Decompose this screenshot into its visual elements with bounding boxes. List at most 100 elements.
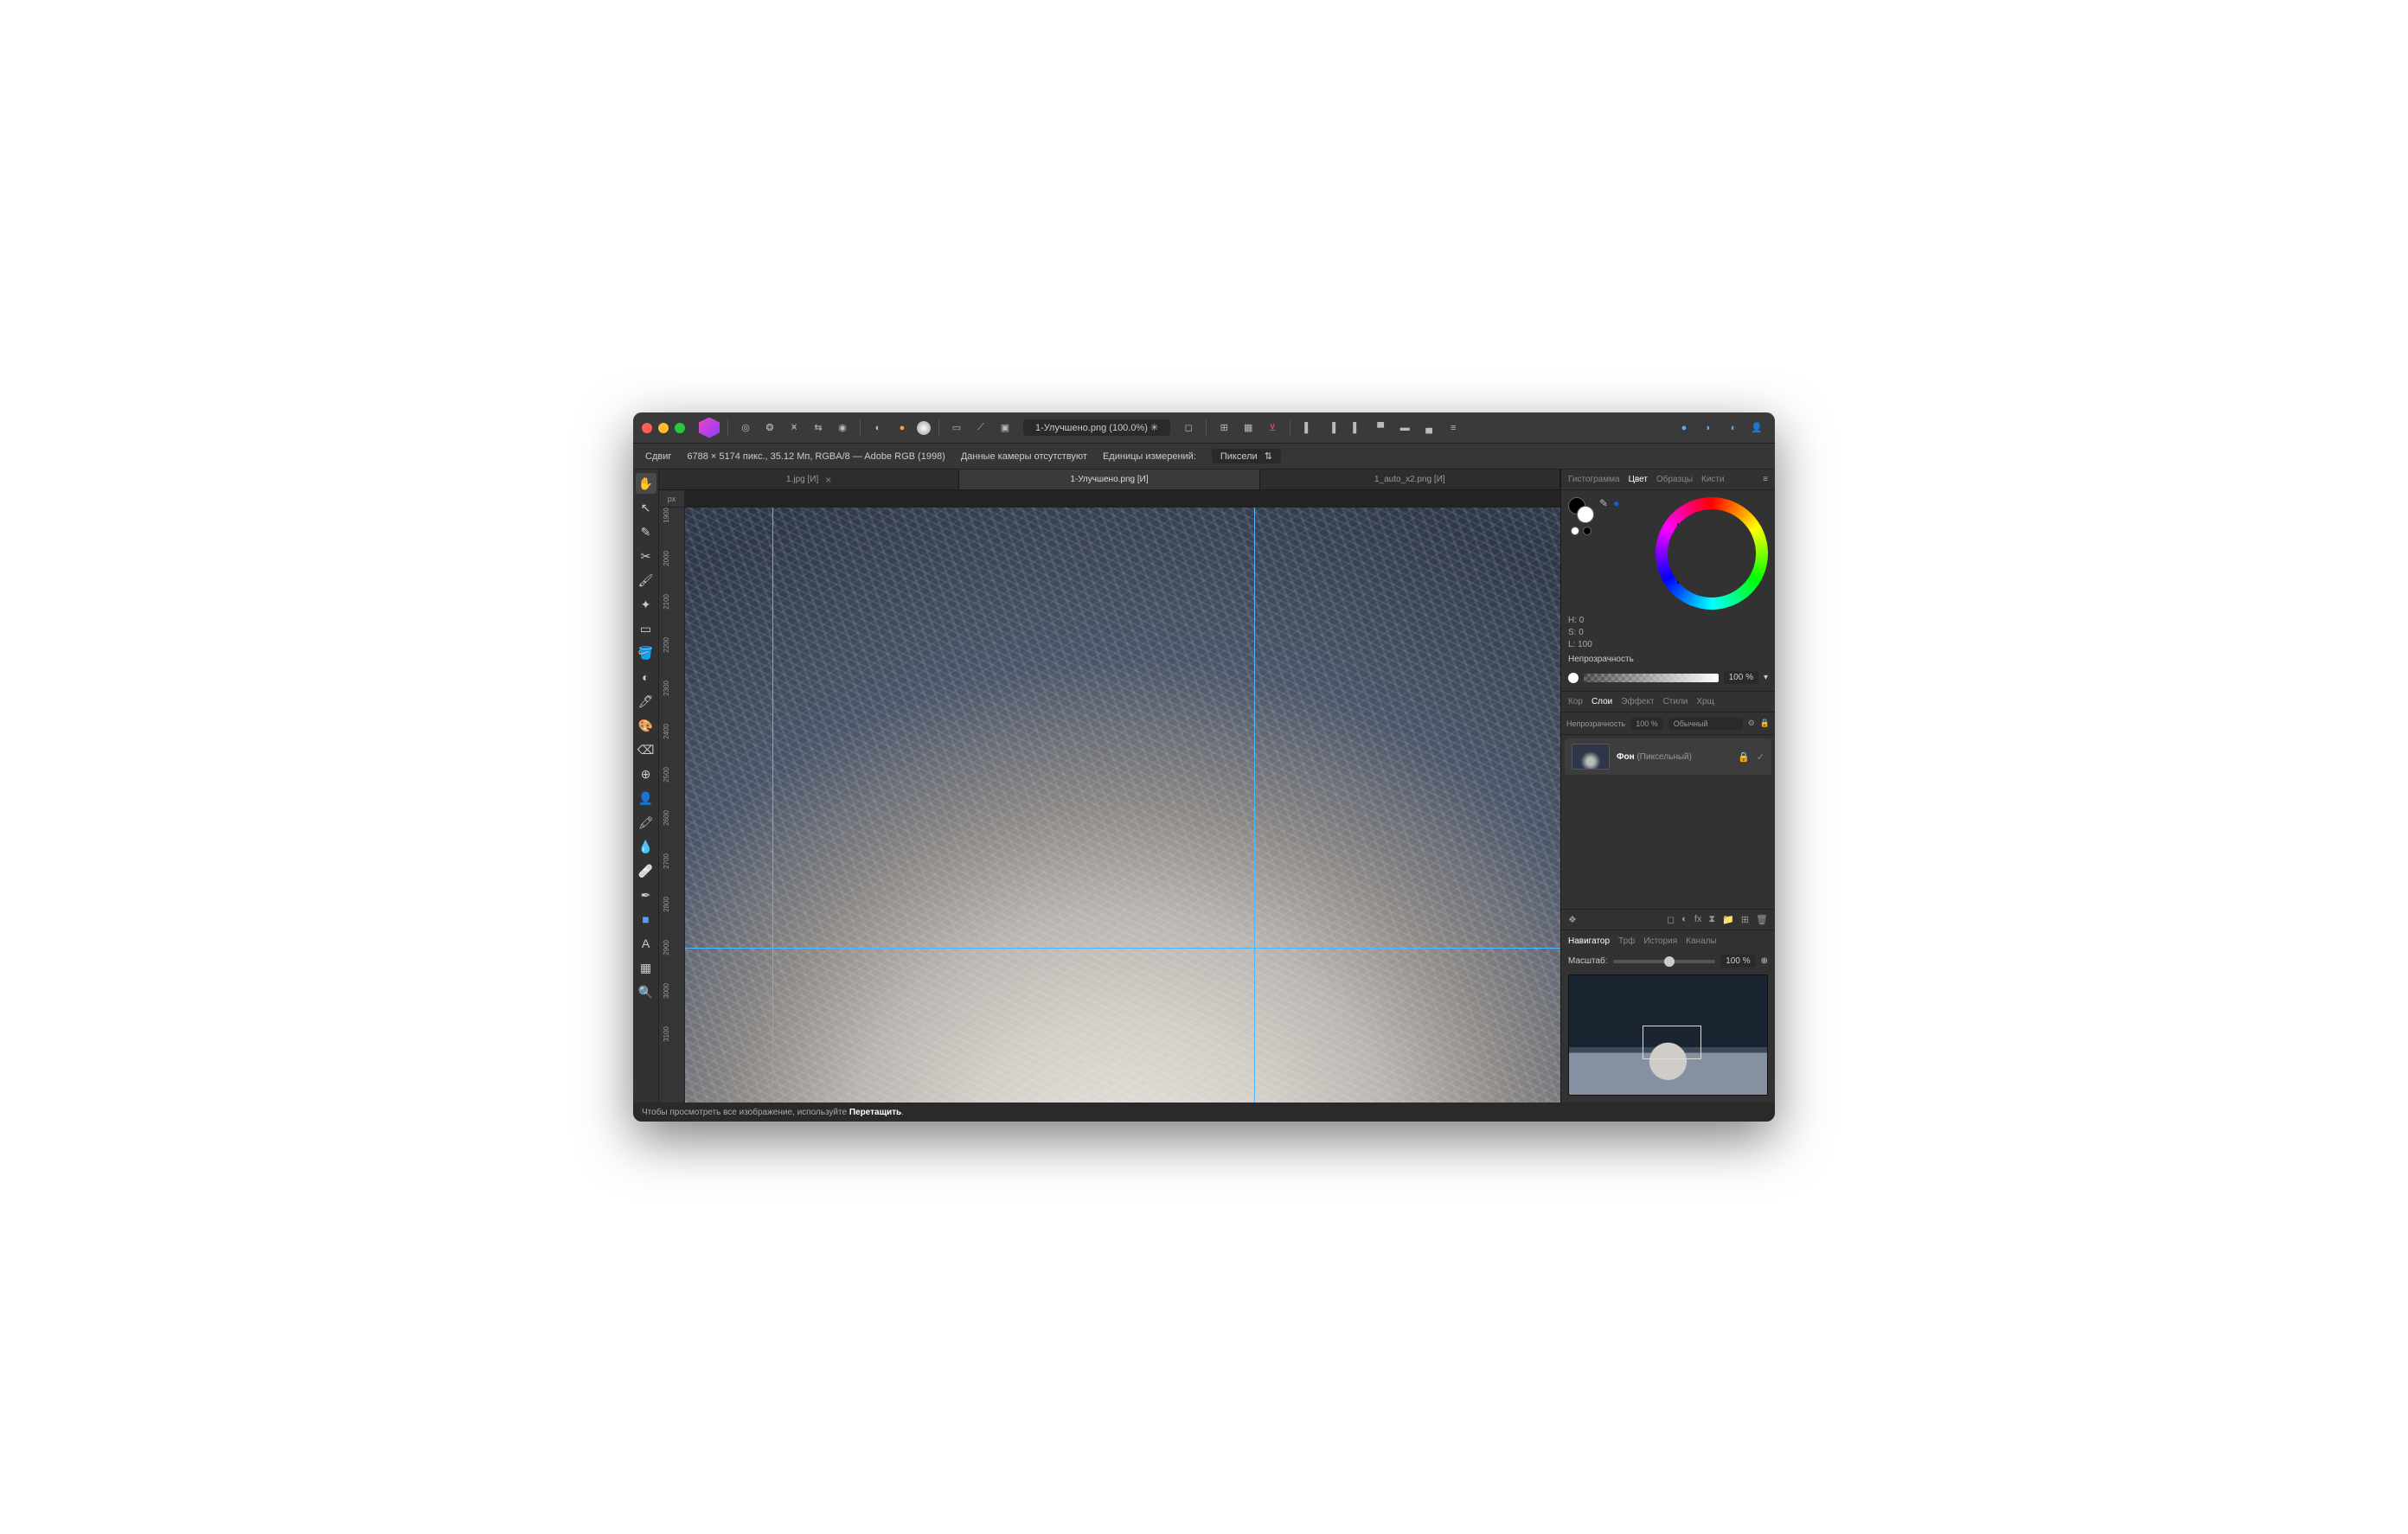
stock-icon[interactable]: ◗ [1699,419,1718,438]
tab-transform[interactable]: Трф [1618,936,1635,946]
gradient-tool[interactable]: ◐ [636,667,656,687]
selection-refine-icon[interactable]: ⟋ [971,419,990,438]
view-tool[interactable]: ✋ [636,473,656,494]
tab-adjustments[interactable]: Кор [1568,697,1583,706]
layer-lock-icon[interactable]: 🔒 [1760,719,1770,728]
align-bottom-icon[interactable]: ▄ [1419,419,1438,438]
persona-develop-icon[interactable]: ⩙ [785,419,804,438]
tab-effects[interactable]: Эффект [1621,697,1654,706]
maximize-window-icon[interactable] [675,423,685,433]
move-tool[interactable]: ↖ [636,497,656,518]
flood-fill-tool[interactable]: 🪣 [636,642,656,663]
layer-row[interactable]: Фон (Пиксельный) 🔒✓ [1565,738,1771,775]
mask-layer-icon[interactable]: ◻ [1667,914,1675,925]
zoom-in-icon[interactable]: ⊕ [1761,956,1768,966]
layer-stack-icon[interactable]: ❖ [1568,914,1577,925]
dodge-tool[interactable]: 🖍 [636,812,656,833]
mesh-tool[interactable]: ▦ [636,957,656,978]
guides-icon[interactable]: ▦ [1239,419,1258,438]
color-wheel[interactable] [1656,497,1768,610]
snapping-icon[interactable]: ⊻ [1263,419,1282,438]
swap-swatch-icon[interactable] [1583,527,1591,535]
document-tab[interactable]: 1-Улучшено.png [И] [959,470,1259,489]
paint-brush-tool[interactable]: 🖊 [636,691,656,712]
rectangle-tool[interactable]: ■ [636,909,656,930]
account-icon[interactable]: 👤 [1747,419,1766,438]
adjust-contrast-icon[interactable]: ◐ [868,419,887,438]
group-layer-icon[interactable]: 📁 [1722,914,1734,925]
color-swatches[interactable] [1568,497,1594,523]
live-filter-icon[interactable]: ⧗ [1708,914,1715,925]
guide-vertical[interactable] [772,508,773,1103]
persona-export-icon[interactable]: ◉ [833,419,852,438]
tab-color[interactable]: Цвет [1629,475,1648,484]
layer-locked-icon[interactable]: 🔒 [1738,751,1750,763]
tab-swatches[interactable]: Образцы [1656,475,1693,484]
align-center-icon[interactable]: ▐ [1322,419,1342,438]
persona-tone-icon[interactable]: ⇆ [809,419,828,438]
units-dropdown[interactable]: Пиксели⇅ [1212,449,1281,463]
eyedropper-icon[interactable]: ✎ [1599,497,1608,509]
opacity-value[interactable]: 100 % [1724,671,1758,684]
clone-tool[interactable]: ⊕ [636,764,656,784]
tab-styles[interactable]: Стили [1663,697,1688,706]
quick-mask-icon[interactable]: ▣ [996,419,1015,438]
marquee-tool[interactable]: ▭ [636,618,656,639]
layer-opacity-field[interactable]: 100 % [1630,718,1663,730]
align-right-icon[interactable]: ▌ [1347,419,1366,438]
selection-marquee-icon[interactable]: ▭ [947,419,966,438]
pen-tool[interactable]: ✒ [636,885,656,905]
mixer-brush-tool[interactable]: 🎨 [636,715,656,736]
tab-histogram[interactable]: Гистограмма [1568,475,1620,484]
navigator-thumbnail[interactable] [1568,975,1768,1096]
minimize-window-icon[interactable] [658,423,669,433]
guide-horizontal[interactable] [685,948,1560,949]
assistant-icon[interactable]: ● [1675,419,1694,438]
adjustment-layer-icon[interactable]: ◐ [1681,914,1688,925]
zoom-slider[interactable] [1613,960,1716,963]
opacity-slider-knob[interactable] [1568,673,1579,683]
ruler-vertical[interactable]: 1900200021002200230024002500260027002800… [659,508,685,1103]
text-tool[interactable]: A [636,933,656,954]
adjust-color-icon[interactable]: ● [893,419,912,438]
layer-visible-icon[interactable]: ✓ [1757,751,1764,763]
tab-brushes[interactable]: Кисти [1701,475,1725,484]
fx-layer-icon[interactable]: fx [1694,914,1702,925]
align-middle-icon[interactable]: ▬ [1395,419,1414,438]
grid-icon[interactable]: ⊞ [1214,419,1233,438]
zoom-tool[interactable]: 🔍 [636,981,656,1002]
navigator-viewport[interactable] [1643,1026,1702,1059]
delete-layer-icon[interactable]: 🗑 [1756,914,1768,925]
panel-menu-icon[interactable]: ≡ [1763,475,1768,484]
tab-stock[interactable]: Хрщ [1696,697,1713,706]
layer-settings-icon[interactable]: ⚙ [1748,719,1755,728]
tab-channels[interactable]: Каналы [1686,936,1717,946]
close-window-icon[interactable] [642,423,652,433]
blend-mode-dropdown[interactable]: Обычный [1668,718,1743,730]
align-left-icon[interactable]: ▌ [1298,419,1317,438]
magic-wand-tool[interactable]: ✦ [636,594,656,615]
adjust-gradient-icon[interactable] [917,421,931,435]
healing-tool[interactable]: 🩹 [636,860,656,881]
reset-swatch-icon[interactable] [1571,527,1579,535]
tab-navigator[interactable]: Навигатор [1568,936,1610,946]
mask-toggle-icon[interactable]: ◻ [1179,419,1198,438]
document-tab[interactable]: 1_auto_x2.png [И] [1260,470,1560,489]
selection-brush-tool[interactable]: 🖌 [636,570,656,591]
color-picker-tool[interactable]: ✎ [636,521,656,542]
crop-tool[interactable]: ✂ [636,546,656,566]
document-tab[interactable]: 1.jpg [И]× [659,470,959,489]
erase-tool[interactable]: ⌫ [636,739,656,760]
canvas[interactable] [685,508,1560,1103]
blur-tool[interactable]: 💧 [636,836,656,857]
distribute-h-icon[interactable]: ≡ [1444,419,1463,438]
opacity-menu-icon[interactable]: ▾ [1764,673,1768,682]
persona-photo-icon[interactable]: ◎ [736,419,755,438]
guide-vertical[interactable] [1254,508,1255,1103]
add-layer-icon[interactable]: ⊞ [1741,914,1749,925]
help-icon[interactable]: ◖ [1723,419,1742,438]
opacity-slider[interactable] [1584,674,1719,682]
tab-history[interactable]: История [1643,936,1677,946]
tab-layers[interactable]: Слои [1591,697,1612,706]
close-tab-icon[interactable]: × [825,474,831,486]
